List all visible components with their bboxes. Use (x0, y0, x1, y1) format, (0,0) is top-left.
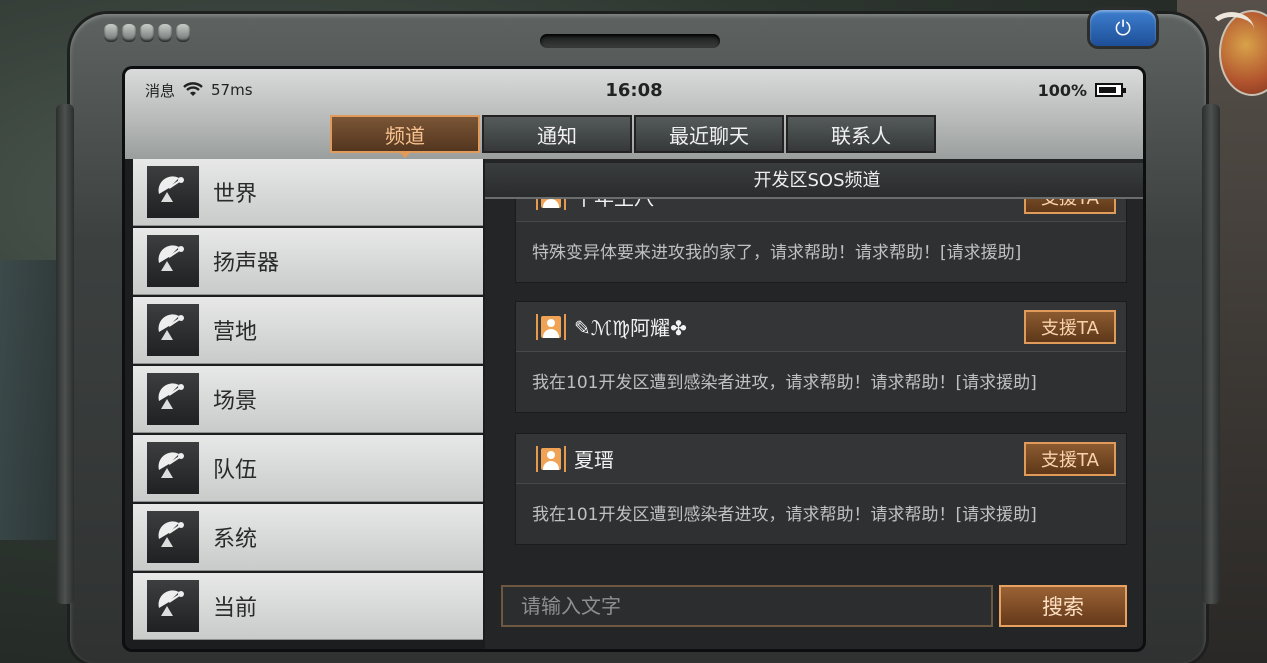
sidebar-item-label: 场景 (213, 389, 258, 414)
sidebar-item-world[interactable]: 世界 (133, 159, 483, 226)
support-button[interactable]: 支援TA (1024, 199, 1116, 214)
chat-input[interactable] (501, 585, 993, 627)
avatar-icon[interactable] (536, 199, 566, 210)
avatar-icon[interactable] (536, 313, 566, 340)
wifi-icon (183, 82, 203, 96)
message-text: 我在101开发区遭到感染者进攻，请求帮助！请求帮助！[请求援助] (532, 373, 1037, 393)
satellite-dish-icon (147, 442, 199, 494)
status-left: 消息 57ms (145, 80, 471, 101)
sender-name[interactable]: 夏瑨 (574, 444, 1020, 473)
sidebar-item-speaker[interactable]: 扬声器 (133, 228, 483, 295)
device-side-clip-right (1202, 104, 1220, 604)
support-button[interactable]: 支援TA (1024, 309, 1116, 344)
device-top-ridge (540, 34, 720, 48)
message-list: 千年王八 支援TA 特殊变异体要来进攻我的家了，请求帮助！请求帮助！[请求援助]… (515, 199, 1127, 579)
tab-notifications[interactable]: 通知 (482, 115, 632, 153)
message-text: 特殊变异体要来进攻我的家了，请求帮助！请求帮助！[请求援助] (532, 243, 1022, 263)
avatar-icon[interactable] (536, 445, 566, 472)
sender-name[interactable]: 千年王八 (574, 199, 1020, 211)
message-card: ✎ℳ♍阿耀✤ 支援TA 我在101开发区遭到感染者进攻，请求帮助！请求帮助！[请… (515, 301, 1127, 413)
sidebar-item-scene[interactable]: 场景 (133, 366, 483, 433)
sidebar-item-label: 队伍 (213, 458, 258, 483)
power-button[interactable]: ⏻ (1090, 10, 1156, 46)
channel-list: 世界 扬声器 营地 场景 队伍 系统 当前 (133, 159, 483, 649)
sidebar-item-current[interactable]: 当前 (133, 573, 483, 640)
satellite-dish-icon (147, 166, 199, 218)
channel-panel: 开发区SOS频道 千年王八 支援TA 特殊变异体要来进攻我的家了，请求帮助！请求… (485, 159, 1143, 649)
message-card: 夏瑨 支援TA 我在101开发区遭到感染者进攻，请求帮助！请求帮助！[请求援助] (515, 433, 1127, 545)
message-header: 夏瑨 支援TA (516, 434, 1126, 484)
tab-recent-chats[interactable]: 最近聊天 (634, 115, 784, 153)
device-side-clip-left (56, 104, 74, 604)
status-label: 消息 (145, 81, 176, 100)
message-card: 千年王八 支援TA 特殊变异体要来进攻我的家了，请求帮助！请求帮助！[请求援助] (515, 199, 1127, 283)
satellite-dish-icon (147, 580, 199, 632)
sidebar-item-label: 扬声器 (213, 251, 280, 276)
sidebar-item-team[interactable]: 队伍 (133, 435, 483, 502)
screen-header: 消息 57ms 16:08 100% 频道 通知 最近聊天 联系人 (125, 69, 1143, 159)
satellite-dish-icon (147, 511, 199, 563)
support-button[interactable]: 支援TA (1024, 441, 1116, 476)
status-bar: 消息 57ms 16:08 100% (125, 69, 1143, 111)
sidebar-item-label: 当前 (213, 596, 258, 621)
clock: 16:08 (605, 79, 663, 101)
device-screen: 消息 57ms 16:08 100% 频道 通知 最近聊天 联系人 世界 扬声器… (122, 66, 1146, 652)
satellite-dish-icon (147, 235, 199, 287)
message-header: 千年王八 支援TA (516, 199, 1126, 222)
ping-value: 57ms (211, 81, 253, 99)
satellite-dish-icon (147, 373, 199, 425)
status-right: 100% (797, 80, 1126, 100)
sidebar-item-label: 营地 (213, 320, 258, 345)
sidebar-item-label: 世界 (213, 182, 258, 207)
satellite-dish-icon (147, 304, 199, 356)
device-vents (104, 24, 190, 42)
message-header: ✎ℳ♍阿耀✤ 支援TA (516, 302, 1126, 352)
sender-name[interactable]: ✎ℳ♍阿耀✤ (574, 312, 1020, 341)
chat-input-row: 搜索 (501, 585, 1127, 629)
message-text: 我在101开发区遭到感染者进攻，请求帮助！请求帮助！[请求援助] (532, 505, 1037, 525)
power-icon: ⏻ (1115, 16, 1131, 40)
tab-bar: 频道 通知 最近聊天 联系人 (330, 115, 936, 153)
tab-channels[interactable]: 频道 (330, 115, 480, 153)
sidebar-item-camp[interactable]: 营地 (133, 297, 483, 364)
device-frame: ⏻ 消息 57ms 16:08 100% 频道 通知 最近聊天 联系人 世界 扬… (56, 10, 1220, 663)
battery-percent: 100% (1037, 80, 1087, 100)
battery-icon (1095, 83, 1126, 97)
sidebar-item-system[interactable]: 系统 (133, 504, 483, 571)
tab-contacts[interactable]: 联系人 (786, 115, 936, 153)
sidebar-item-label: 系统 (213, 527, 258, 552)
search-button[interactable]: 搜索 (999, 585, 1127, 627)
channel-title: 开发区SOS频道 (485, 163, 1143, 199)
